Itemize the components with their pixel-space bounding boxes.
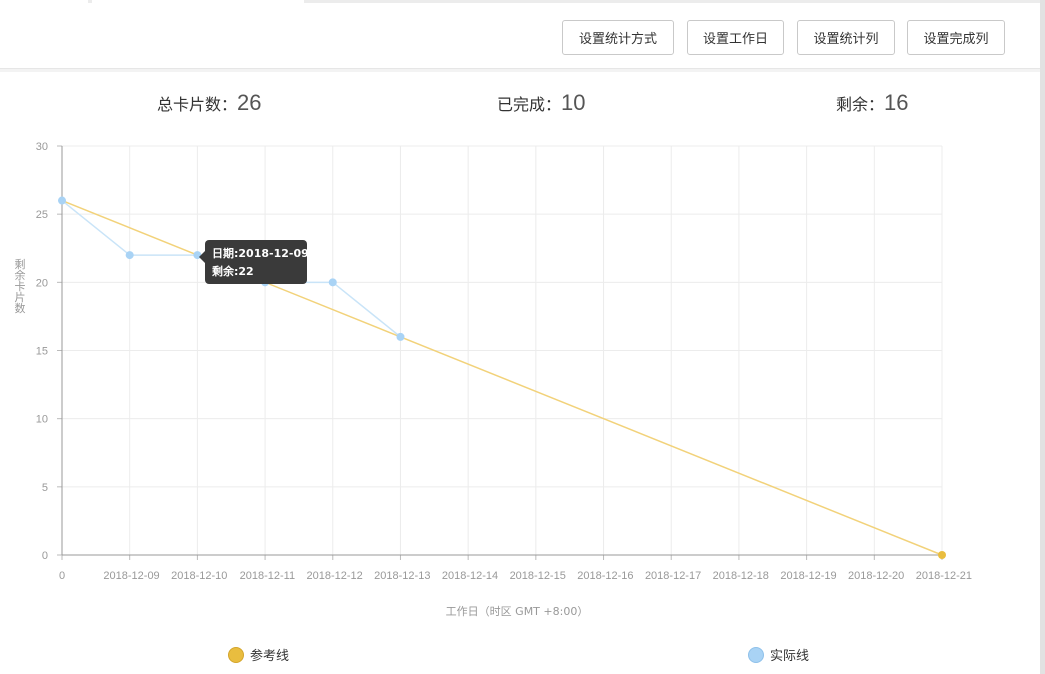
y-axis-title: 剩余卡片数	[15, 258, 26, 315]
y-tick-label: 5	[42, 482, 48, 494]
x-tick-label: 2018-12-21	[916, 570, 972, 582]
tooltip-date-label: 日期:	[212, 247, 239, 260]
x-tick-label: 2018-12-20	[848, 570, 904, 582]
legend-actual-label: 实际线	[770, 649, 810, 664]
legend-actual-marker	[748, 646, 764, 663]
legend-reference-marker	[228, 646, 244, 663]
toolbar: 设置统计方式 设置工作日 设置统计列 设置完成列	[0, 3, 1040, 69]
x-axis-title: 工作日（时区 GMT +8:00）	[446, 605, 589, 618]
x-tick-label: 2018-12-09	[103, 570, 159, 582]
x-tick-label: 2018-12-10	[171, 570, 227, 582]
y-tick-label: 0	[42, 550, 48, 562]
chart-tooltip: 日期:2018-12-09 剩余:22	[199, 240, 309, 284]
x-tick-label: 0	[59, 570, 65, 582]
x-tick-label: 2018-12-15	[510, 570, 566, 582]
legend-item-actual[interactable]: 实际线	[748, 645, 809, 664]
tooltip-remaining-label: 剩余:	[212, 265, 239, 278]
legend-item-reference[interactable]: 参考线	[228, 645, 289, 664]
x-tick-label: 2018-12-19	[780, 570, 836, 582]
actual-point	[58, 196, 66, 205]
actual-point	[396, 332, 405, 341]
y-tick-label: 10	[36, 414, 48, 426]
burndown-chart: 0 5 10 15 20 25 30 0 2018-12-09 2018-12-10 2018-12…	[15, 141, 973, 618]
x-tick-label: 2018-12-17	[645, 570, 701, 582]
x-tick-label: 2018-12-16	[577, 570, 633, 582]
tooltip-date-value: 2018-12-09	[238, 247, 309, 260]
x-tick-label: 2018-12-11	[240, 570, 295, 582]
set-statistic-columns-button[interactable]: 设置统计列	[797, 20, 895, 55]
x-tick-label: 2018-12-13	[374, 570, 430, 582]
tooltip-remaining-value: 22	[238, 265, 254, 278]
set-statistic-method-button[interactable]: 设置统计方式	[562, 20, 674, 55]
set-workdays-button[interactable]: 设置工作日	[687, 20, 784, 55]
x-tick-label: 2018-12-14	[442, 570, 498, 582]
actual-point	[328, 278, 337, 287]
set-done-columns-button[interactable]: 设置完成列	[907, 20, 1005, 55]
legend-reference-label: 参考线	[250, 649, 290, 664]
y-tick-label: 30	[36, 141, 48, 153]
actual-point	[125, 251, 134, 260]
y-tick-label: 25	[36, 209, 48, 221]
vertical-scrollbar[interactable]	[1040, 0, 1045, 674]
x-tick-label: 2018-12-18	[713, 570, 769, 582]
y-tick-label: 15	[36, 346, 48, 358]
y-tick-label: 20	[36, 277, 48, 289]
x-tick-label: 2018-12-12	[306, 570, 362, 582]
reference-end-point	[938, 551, 946, 559]
